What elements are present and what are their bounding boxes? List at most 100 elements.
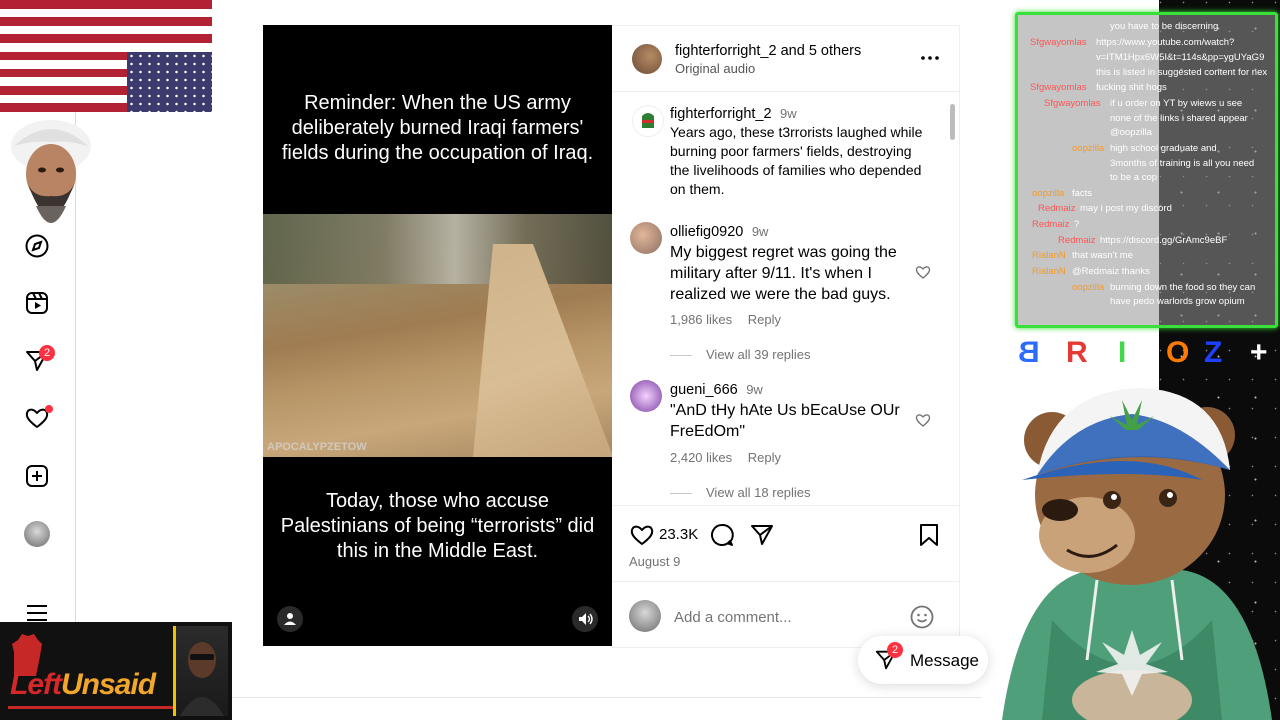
chat-message: high school graduate and	[1110, 143, 1217, 154]
chat-message: to be a cop	[1110, 172, 1158, 183]
comment-time: 9w	[746, 382, 763, 397]
chat-username: Redmaiz	[1058, 235, 1096, 246]
comments-scrollbar[interactable]	[950, 94, 956, 502]
create-icon[interactable]	[24, 463, 50, 489]
message-badge: 2	[887, 642, 903, 658]
caption-username[interactable]: fighterforright_2	[670, 106, 772, 122]
user-icon	[284, 613, 296, 625]
divider	[232, 697, 982, 698]
more-options-icon[interactable]	[920, 52, 940, 64]
audio-toggle-button[interactable]	[572, 606, 598, 632]
letter: +	[1250, 336, 1268, 369]
chat-message: none of the links i shared appear	[1110, 113, 1248, 124]
video-watermark: APOCALYPZETOW	[267, 441, 367, 453]
us-flag-overlay	[0, 0, 212, 112]
caption-time: 9w	[780, 106, 797, 121]
chat-username: RialanN	[1032, 250, 1066, 261]
chat-message: ?	[1074, 219, 1080, 230]
share-icon[interactable]	[749, 522, 775, 548]
comment-reply-button[interactable]: Reply	[748, 312, 781, 327]
view-replies-button[interactable]: View all 39 replies	[670, 347, 811, 362]
comment-reply-button[interactable]: Reply	[748, 450, 781, 465]
face-overlay-image	[11, 120, 91, 223]
caption-text: Years ago, these t3rrorists laughed whil…	[670, 124, 923, 197]
chat-message: this is listed in suggested content for …	[1096, 67, 1268, 78]
chat-message: @Redmaiz thanks	[1072, 266, 1150, 277]
chat-username: Sfgwayomlas	[1044, 98, 1101, 109]
comment-like-icon[interactable]	[915, 412, 931, 428]
comment-time: 9w	[751, 224, 769, 239]
chat-message: https://discord.gg/GrAmc9eBF	[1100, 235, 1228, 246]
comment-username[interactable]: gueni_666	[670, 382, 738, 398]
tagged-users-button[interactable]	[277, 606, 303, 632]
reel-video-player[interactable]: Reminder: When the US army deliberately …	[263, 25, 613, 646]
emoji-icon[interactable]	[909, 604, 935, 630]
view-replies-button[interactable]: View all 18 replies	[670, 485, 811, 500]
comment-meta: 2,420 likes Reply	[670, 450, 781, 465]
speaker-icon	[579, 613, 593, 625]
video-frame: APOCALYPZETOW	[263, 214, 613, 457]
video-bottom-caption: Today, those who accuse Palestinians of …	[280, 490, 595, 562]
chat-message: facts	[1072, 188, 1093, 199]
author-avatar[interactable]	[632, 44, 662, 74]
chat-message: v=ITM1Hpx6W5I&t=114s&pp=ygUYaG9	[1096, 52, 1265, 63]
letter: Z	[1204, 336, 1223, 369]
post-details-panel: fighterforright_2 and 5 others Original …	[612, 25, 960, 648]
save-bookmark-icon[interactable]	[917, 522, 941, 548]
chat-message: that wasn't me	[1072, 250, 1133, 261]
chat-username: oopzilla	[1072, 282, 1105, 293]
letter: I	[1118, 336, 1127, 369]
message-label: Message	[910, 651, 979, 670]
post-header-title: fighterforright_2 and 5 others	[675, 43, 861, 59]
chat-message: 3months of training is all you need	[1110, 158, 1255, 169]
chat-username: Redmaiz	[1038, 203, 1076, 214]
comment-username[interactable]: olliefig0920	[670, 224, 743, 240]
chat-message: https://www.youtube.com/watch?	[1096, 37, 1235, 48]
chat-username: RialanN	[1032, 266, 1066, 277]
left-unsaid-banner: LeftUnsaid	[0, 622, 232, 720]
chat-username: oopzilla	[1032, 188, 1065, 199]
message-button[interactable]: 2 Message	[858, 636, 988, 684]
like-heart-icon[interactable]	[629, 522, 655, 548]
letter: B	[1018, 336, 1040, 369]
comment-likes[interactable]: 2,420 likes	[670, 450, 732, 465]
likes-count[interactable]: 23.3K	[659, 526, 698, 543]
collaborators-link[interactable]: 5 others	[809, 43, 861, 59]
stream-chat-overlay: you have to be discerning Sfgwayomlas ht…	[1015, 12, 1278, 328]
host-portrait	[173, 626, 228, 716]
reels-icon[interactable]	[24, 290, 50, 316]
comment-bubble-icon[interactable]	[709, 522, 735, 548]
profile-avatar[interactable]	[24, 521, 50, 547]
chat-message: if u order on YT by wiews u see	[1110, 98, 1243, 109]
add-comment-input[interactable]	[672, 604, 896, 630]
bear-mascot-image	[1002, 388, 1272, 720]
notification-dot	[45, 405, 53, 413]
chat-message: you have to be discerning	[1110, 21, 1219, 32]
comment-likes[interactable]: 1,986 likes	[670, 312, 732, 327]
header-and-text: and	[780, 43, 805, 59]
comment-header: olliefig0920 9w	[670, 223, 768, 241]
chat-username: Sfgwayomlas	[1030, 82, 1087, 93]
chat-message: @oopzilla	[1110, 127, 1152, 138]
chat-message: burning down the food so they can	[1110, 282, 1256, 293]
chat-username: oopzilla	[1072, 143, 1105, 154]
chat-message: fucking shit hogs	[1096, 82, 1167, 93]
stream-letters-overlay: B R I O Z +	[1018, 336, 1280, 376]
letter: R	[1066, 336, 1088, 369]
chat-username: Redmaiz	[1032, 219, 1070, 230]
comment-avatar[interactable]	[630, 222, 662, 254]
post-date: August 9	[629, 554, 681, 569]
comment-meta: 1,986 likes Reply	[670, 312, 781, 327]
comment-avatar[interactable]	[630, 380, 662, 412]
comment-like-icon[interactable]	[915, 264, 931, 280]
original-audio-link[interactable]: Original audio	[675, 61, 755, 76]
letter: O	[1166, 336, 1190, 369]
caption-author-avatar[interactable]	[632, 105, 664, 137]
current-user-avatar	[629, 600, 661, 632]
comment-text: "AnD tHy hAte Us bEcaUse OUr FreEdOm"	[670, 402, 900, 440]
messages-badge: 2	[39, 345, 55, 361]
author-username[interactable]: fighterforright_2	[675, 43, 777, 59]
left-unsaid-logo: LeftUnsaid	[10, 668, 156, 701]
chat-username: Sfgwayomlas	[1030, 37, 1087, 48]
comment-text: My biggest regret was going the military…	[670, 244, 897, 303]
